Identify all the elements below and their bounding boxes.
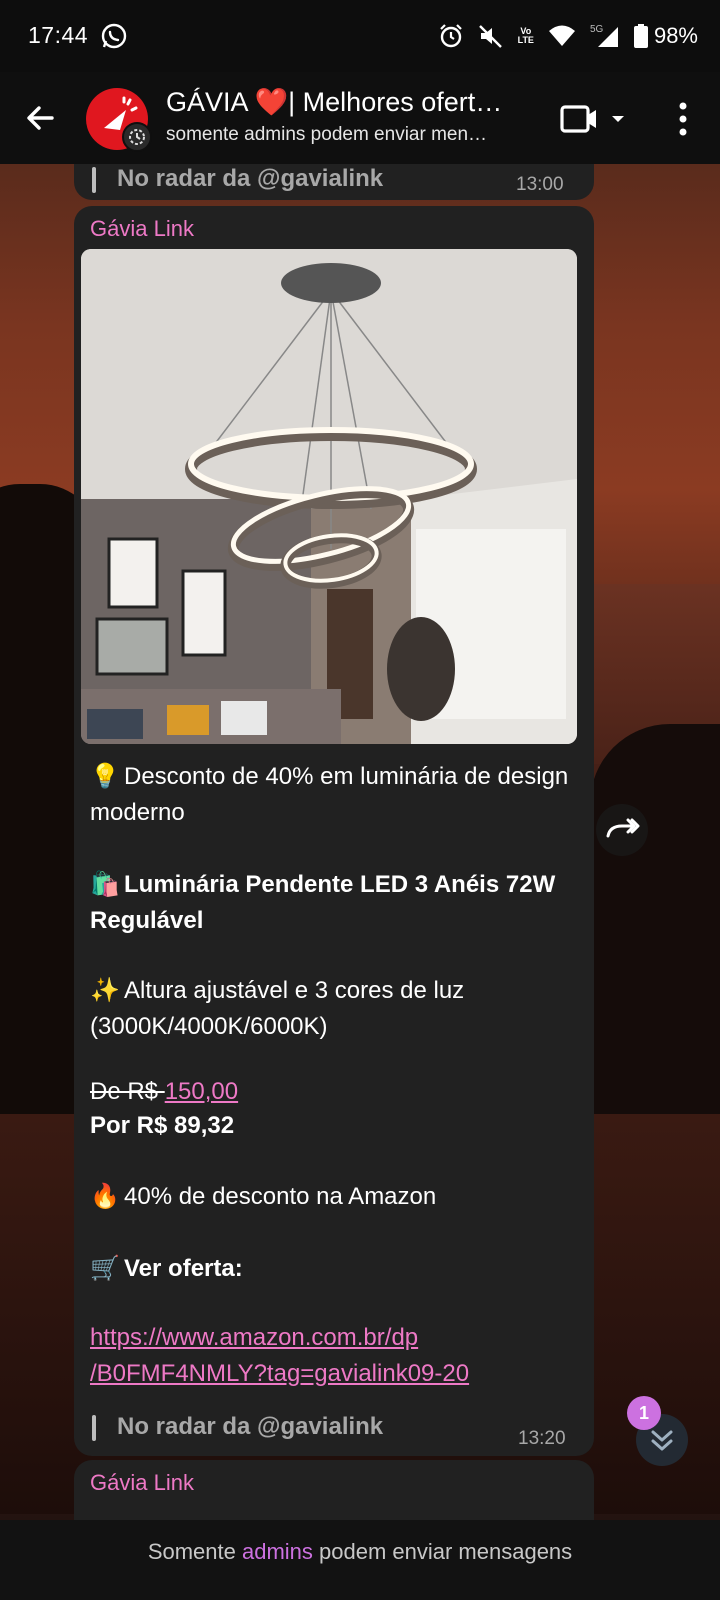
volte-lte-icon: Vo LTE — [517, 26, 534, 45]
status-icons: Vo LTE 5G 98% — [438, 20, 698, 52]
message-line-4: 🔥 40% de desconto na Amazon — [90, 1178, 570, 1215]
chevron-down-icon — [612, 116, 624, 122]
battery-icon — [633, 24, 648, 48]
fire-icon: 🔥 — [90, 1182, 120, 1210]
alarm-icon — [439, 24, 462, 48]
product-photo[interactable] — [81, 249, 577, 744]
message-time: 13:20 — [518, 1428, 566, 1449]
status-bar: 17:44 Vo LTE 5G 98% — [0, 0, 720, 72]
pendant-lamp-image — [81, 249, 577, 744]
lightbulb-icon: 💡 — [90, 762, 120, 790]
message-line-2: 🛍️ Luminária Pendente LED 3 Anéis 72W Reg… — [90, 866, 570, 939]
quote-bar — [92, 167, 96, 193]
sparkles-icon: ✨ — [90, 976, 120, 1004]
price-old: De R$ 150,00 — [90, 1078, 239, 1105]
more-options-icon[interactable] — [668, 100, 698, 138]
cellular-signal-icon: 5G — [590, 24, 618, 47]
quote-bar — [92, 1415, 96, 1441]
network-label: 5G — [590, 24, 604, 35]
video-call-icon[interactable] — [560, 102, 630, 136]
forward-button[interactable] — [596, 804, 648, 856]
forward-icon — [606, 818, 640, 838]
message-sender[interactable]: Gávia Link — [90, 1470, 194, 1496]
cta-line: 🛒 Ver oferta: — [90, 1250, 570, 1287]
wifi-icon — [548, 25, 575, 46]
message-sender[interactable]: Gávia Link — [90, 216, 194, 242]
message-time: 13:00 — [516, 174, 564, 195]
price-new: Por R$ 89,32 — [90, 1112, 235, 1139]
shopping-bags-icon: 🛍️ — [90, 870, 120, 898]
chat-subtitle[interactable]: somente admins podem enviar men… — [166, 124, 536, 146]
quote-text: No radar da @gavialink — [117, 1413, 384, 1440]
admin-only-footer: Somente admins podem enviar mensagens — [0, 1520, 720, 1600]
chat-title[interactable]: GÁVIA ❤️| Melhores ofert… — [166, 86, 536, 118]
message-bubble[interactable]: Gávia Link 💡 Desconto de 40% em luminári… — [74, 206, 594, 1456]
mute-icon — [478, 25, 502, 48]
shopping-cart-icon: 🛒 — [90, 1254, 120, 1282]
admins-link[interactable]: admins — [242, 1539, 313, 1564]
chat-area[interactable]: No radar da @gavialink 13:00 Gávia Link — [0, 164, 720, 1520]
previous-message-bubble[interactable]: No radar da @gavialink 13:00 — [74, 164, 594, 200]
battery-percent: 98% — [653, 23, 698, 48]
unread-count-badge: 1 — [627, 1396, 661, 1430]
message-line-3: ✨ Altura ajustável e 3 cores de luz (3000… — [90, 972, 570, 1045]
chat-header: GÁVIA ❤️| Melhores ofert… somente admins… — [0, 72, 720, 164]
status-time: 17:44 — [28, 22, 89, 48]
back-arrow-icon[interactable] — [22, 100, 58, 136]
next-message-bubble[interactable]: Gávia Link — [74, 1460, 594, 1520]
quote-text: No radar da @gavialink — [117, 165, 384, 192]
whatsapp-icon — [101, 23, 127, 49]
offer-link[interactable]: https://www.amazon.com.br/dp /B0FMF4NMLY… — [90, 1320, 570, 1392]
message-line-1: 💡 Desconto de 40% em luminária de design … — [90, 758, 570, 831]
channel-badge-icon — [122, 122, 152, 152]
price-old-link[interactable]: 150,00 — [165, 1078, 238, 1105]
